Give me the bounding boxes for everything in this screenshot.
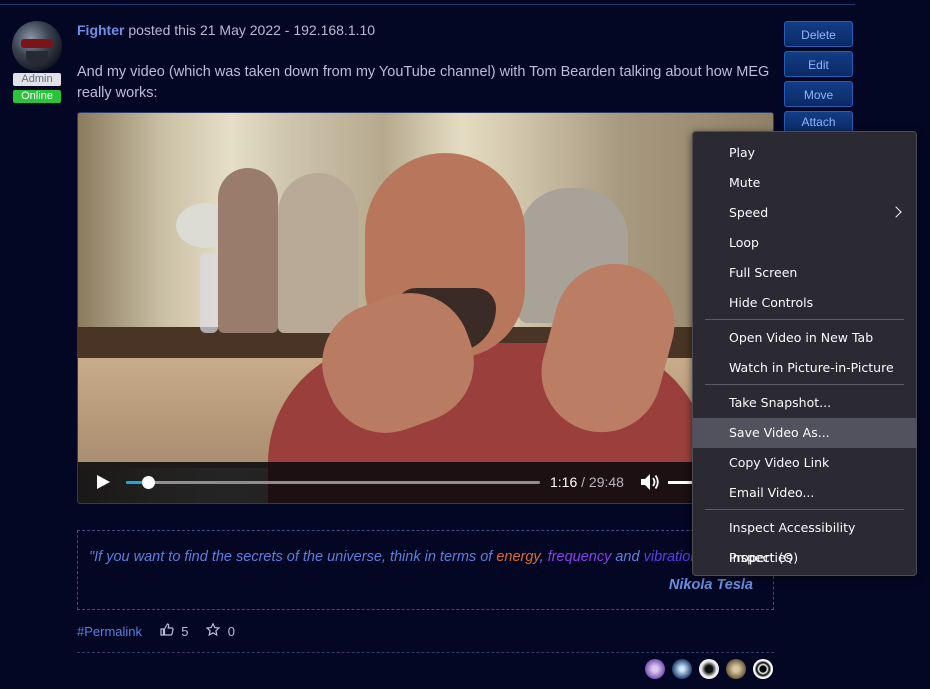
permalink[interactable]: #Permalink <box>77 624 142 639</box>
time-display: 1:16 / 29:48 <box>550 474 624 490</box>
video-player[interactable]: 1:16 / 29:48 <box>77 112 774 504</box>
quote-part: "If you want to find the secrets of the … <box>89 549 497 565</box>
avatar-jaw <box>26 51 48 65</box>
post-body: And my video (which was taken down from … <box>77 64 770 101</box>
video-controls: 1:16 / 29:48 <box>78 462 773 503</box>
author-link[interactable]: Fighter <box>77 22 124 38</box>
volume-icon[interactable] <box>640 473 660 491</box>
reactor-avatar[interactable] <box>672 659 692 679</box>
post-footer: #Permalink 5 0 <box>77 623 235 639</box>
star-count: 0 <box>227 624 235 639</box>
menu-separator <box>705 509 904 510</box>
menu-item-open-video-new-tab[interactable]: Open Video in New Tab <box>693 323 916 353</box>
menu-item-speed[interactable]: Speed <box>693 198 916 228</box>
duration: / 29:48 <box>581 474 624 490</box>
menu-item-speed-label: Speed <box>729 205 769 220</box>
menu-item-picture-in-picture[interactable]: Watch in Picture-in-Picture <box>693 353 916 383</box>
like-count: 5 <box>181 624 189 639</box>
quote-box: "If you want to find the secrets of the … <box>77 530 774 610</box>
seek-bar[interactable] <box>126 481 540 484</box>
menu-item-play[interactable]: Play <box>693 138 916 168</box>
menu-item-inspect[interactable]: Inspect (Q) <box>693 543 916 573</box>
star-icon[interactable] <box>206 623 221 636</box>
chevron-right-icon <box>890 206 902 218</box>
quote-frequency: frequency <box>547 549 612 565</box>
menu-item-email-video[interactable]: Email Video... <box>693 478 916 508</box>
menu-item-save-video-as[interactable]: Save Video As... <box>693 418 916 448</box>
attach-button[interactable]: Attach <box>784 111 853 133</box>
play-icon[interactable] <box>97 475 110 489</box>
video-statue <box>218 168 278 333</box>
menu-item-copy-video-link[interactable]: Copy Video Link <box>693 448 916 478</box>
current-time: 1:16 <box>550 474 578 490</box>
menu-item-mute[interactable]: Mute <box>693 168 916 198</box>
reactor-avatar[interactable] <box>726 659 746 679</box>
quote-text: "If you want to find the secrets of the … <box>89 549 698 565</box>
quote-vibration: vibration <box>643 549 699 565</box>
quote-part: and <box>611 549 644 565</box>
thumbs-up-icon[interactable] <box>160 623 174 636</box>
edit-button[interactable]: Edit <box>784 51 853 77</box>
menu-item-full-screen[interactable]: Full Screen <box>693 258 916 288</box>
reactor-avatar[interactable] <box>645 659 665 679</box>
post-meta: posted this 21 May 2022 - 192.168.1.10 <box>128 22 376 38</box>
menu-separator <box>705 384 904 385</box>
reactor-avatar[interactable] <box>699 659 719 679</box>
menu-item-take-snapshot[interactable]: Take Snapshot... <box>693 388 916 418</box>
delete-button[interactable]: Delete <box>784 21 853 47</box>
footer-divider <box>77 652 774 653</box>
menu-separator <box>705 319 904 320</box>
quote-author: Nikola Tesla <box>668 577 753 593</box>
seek-thumb[interactable] <box>142 476 155 489</box>
quote-energy: energy <box>496 549 540 565</box>
move-button[interactable]: Move <box>784 81 853 107</box>
menu-item-loop[interactable]: Loop <box>693 228 916 258</box>
menu-item-inspect-accessibility[interactable]: Inspect Accessibility Properties <box>693 513 916 565</box>
context-menu: Play Mute Speed Loop Full Screen Hide Co… <box>692 131 917 576</box>
top-divider <box>0 4 855 5</box>
avatar[interactable] <box>12 21 62 71</box>
reactor-avatar[interactable] <box>753 659 773 679</box>
video-vase <box>200 253 218 333</box>
video-statue <box>278 173 358 333</box>
post-header: Fighter posted this 21 May 2022 - 192.16… <box>77 22 375 38</box>
menu-item-hide-controls[interactable]: Hide Controls <box>693 288 916 318</box>
status-badge: Online <box>13 90 61 103</box>
role-badge: Admin <box>13 73 61 86</box>
avatar-visor <box>21 39 53 48</box>
quote-part: , <box>539 549 548 565</box>
